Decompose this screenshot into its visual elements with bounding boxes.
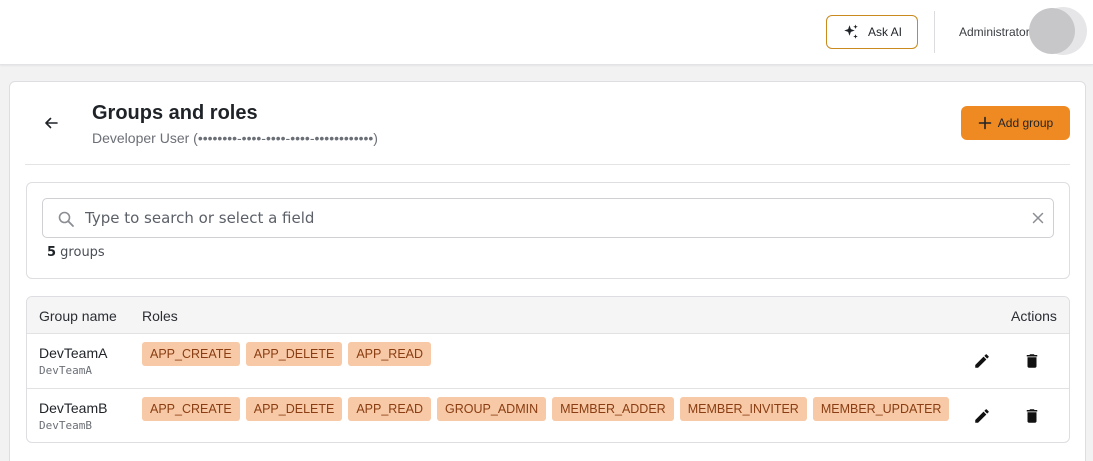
table-header: Group name Roles Actions [27, 297, 1069, 334]
role-chip: GROUP_ADMIN [437, 397, 547, 421]
header-divider [934, 11, 935, 53]
search-icon [58, 211, 74, 227]
ask-ai-button[interactable]: Ask AI [826, 15, 918, 49]
group-name: DevTeamB [39, 400, 108, 416]
role-chip: APP_CREATE [142, 397, 240, 421]
group-count-number: 5 [47, 245, 57, 260]
column-header-actions: Actions [1011, 308, 1057, 324]
table-row: DevTeamB DevTeamB APP_CREATE APP_DELETE … [27, 389, 1069, 442]
page-subtitle: Developer User (••••••••-••••-••••-••••-… [92, 130, 378, 146]
role-chip: APP_DELETE [245, 342, 343, 366]
close-icon[interactable] [1031, 211, 1045, 225]
group-count: 5 groups [47, 245, 105, 260]
role-chip: MEMBER_ADDER [552, 397, 674, 421]
header-separator [25, 164, 1070, 165]
search-input[interactable] [85, 205, 1015, 231]
search-box[interactable] [42, 198, 1054, 238]
role-chip: APP_READ [348, 342, 432, 366]
ask-ai-label: Ask AI [867, 25, 902, 39]
column-header-group-name[interactable]: Group name [39, 308, 117, 324]
role-chip: MEMBER_UPDATER [812, 397, 950, 421]
trash-icon[interactable] [1023, 352, 1041, 370]
table-row: DevTeamA DevTeamA APP_CREATE APP_DELETE … [27, 334, 1069, 389]
search-panel: 5 groups [26, 182, 1070, 279]
groups-card: Groups and roles Developer User (•••••••… [9, 81, 1086, 461]
sparkle-icon [844, 24, 858, 39]
top-bar: Ask AI Administrator [0, 0, 1093, 65]
group-id: DevTeamA [39, 364, 92, 377]
arrow-left-icon [45, 117, 58, 129]
back-button[interactable] [40, 112, 62, 134]
pencil-icon[interactable] [973, 407, 991, 425]
role-chip: APP_CREATE [142, 342, 240, 366]
trash-icon[interactable] [1023, 407, 1041, 425]
user-name: Administrator [959, 25, 1030, 39]
add-group-label: Add group [997, 116, 1054, 130]
column-header-roles[interactable]: Roles [142, 308, 178, 324]
plus-icon [978, 116, 992, 130]
group-name: DevTeamA [39, 345, 108, 361]
group-id: DevTeamB [39, 419, 92, 432]
role-list: APP_CREATE APP_DELETE APP_READ [142, 342, 432, 366]
pencil-icon[interactable] [973, 352, 991, 370]
add-group-button[interactable]: Add group [961, 106, 1070, 140]
group-count-suffix: groups [56, 245, 105, 260]
role-chip: APP_DELETE [245, 397, 343, 421]
groups-table: Group name Roles Actions DevTeamA DevTea… [26, 296, 1070, 443]
role-chip: MEMBER_INVITER [679, 397, 807, 421]
role-chip: APP_READ [348, 397, 432, 421]
page-title: Groups and roles [92, 102, 258, 124]
role-list: APP_CREATE APP_DELETE APP_READ GROUP_ADM… [142, 397, 950, 421]
avatar[interactable] [1029, 8, 1075, 54]
user-menu[interactable] [1029, 7, 1087, 55]
